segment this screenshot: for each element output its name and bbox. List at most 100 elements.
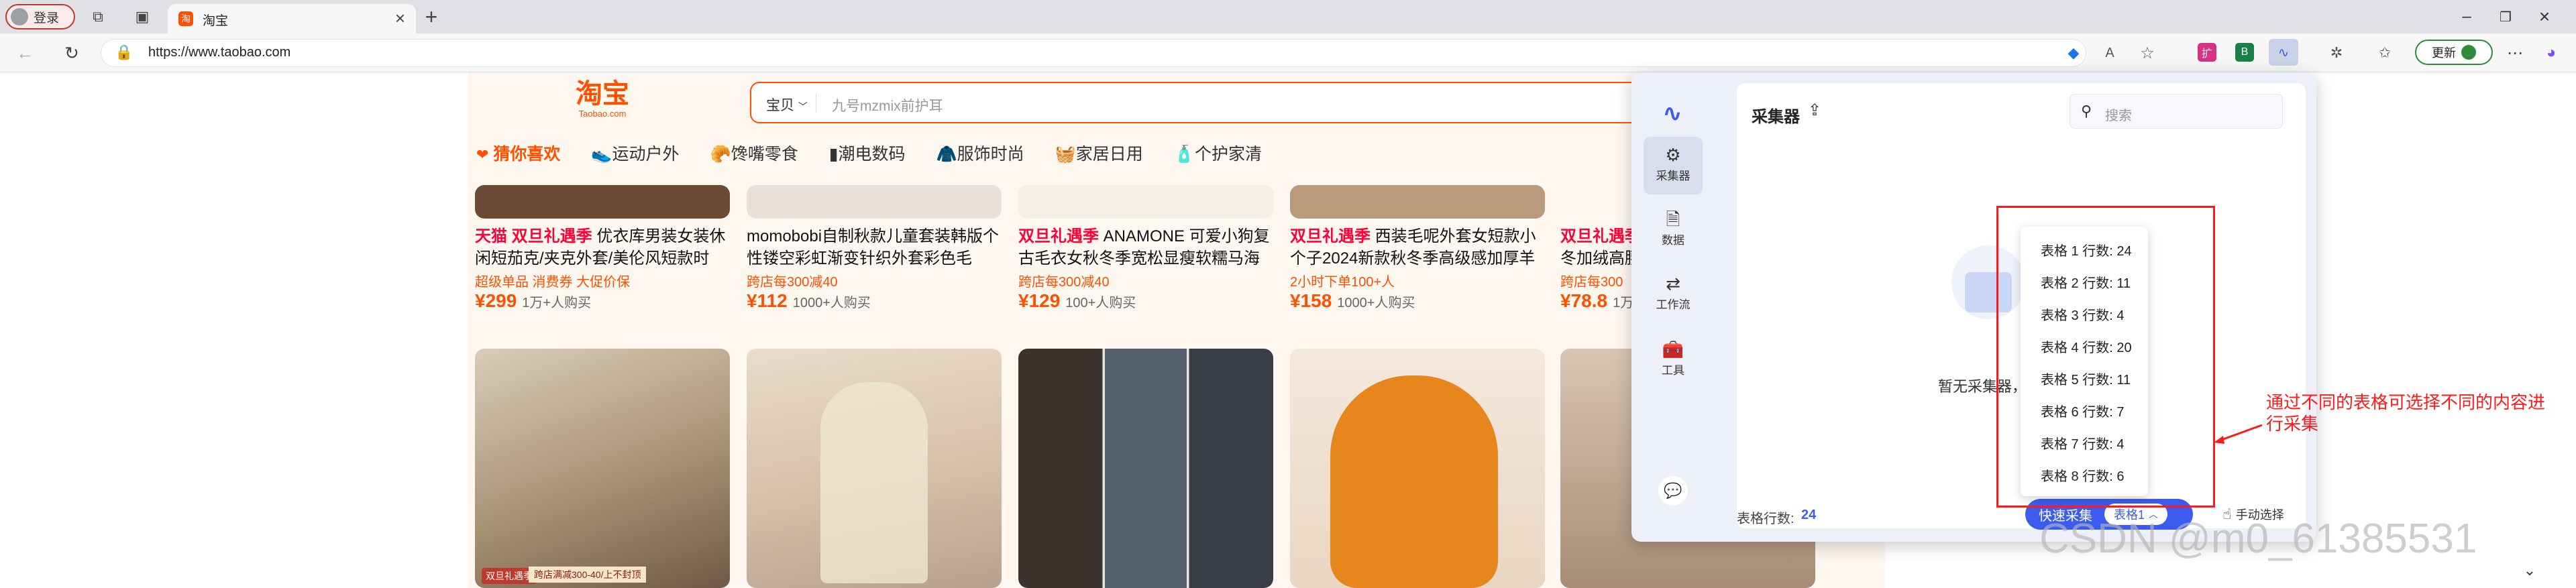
search-scope-label: 宝贝 [766, 98, 794, 113]
reload-icon[interactable]: ↻ [60, 42, 83, 64]
minimize-icon[interactable]: – [2455, 5, 2478, 28]
product-promo: 超级单品 消费券 大促价保 [475, 275, 631, 290]
extension-1-icon[interactable]: 扩 [2198, 43, 2216, 62]
product-title: momobobi自制秋款儿童套装韩版个性镂空彩虹渐变针织外套彩色毛 [747, 225, 1002, 270]
extensions-puzzle-icon[interactable]: ✲ [2326, 42, 2347, 64]
product-image[interactable]: 双旦礼遇季 跨店满减300-40/上不封顶 [475, 349, 730, 588]
nav-data[interactable]: 🗎 数据 [1644, 201, 1703, 255]
read-aloud-icon[interactable]: A [2100, 42, 2120, 64]
category-label: 猜你喜欢 [493, 145, 561, 164]
update-button[interactable]: 更新 [2415, 40, 2493, 65]
tab-taobao[interactable]: 淘 淘宝 × [168, 4, 416, 34]
restore-icon[interactable]: ❐ [2494, 5, 2517, 28]
taobao-logo[interactable]: 淘宝 Taobao.com [569, 79, 636, 121]
database-icon: 🗎 [1666, 209, 1680, 229]
product-card[interactable]: momobobi自制秋款儿童套装韩版个性镂空彩虹渐变针织外套彩色毛 跨店每300… [747, 225, 1002, 312]
tab-actions-icon[interactable]: ▣ [133, 8, 152, 25]
nav-tools[interactable]: 🧰 工具 [1644, 331, 1703, 385]
shopping-tag-icon[interactable]: ◆ [2063, 42, 2084, 64]
sneaker-icon: 👟 [591, 145, 612, 164]
taobao-search-box[interactable]: 宝贝 ﹀ 九号mzmix前护耳 [750, 82, 1716, 123]
table-rows-value: 24 [1801, 508, 1817, 522]
search-scope-select[interactable]: 宝贝 ﹀ [766, 95, 808, 115]
category-tab-snacks[interactable]: 🥐馋嘴零食 [710, 141, 798, 165]
scroll-down-icon[interactable]: ⌄ [2520, 561, 2540, 581]
promo-tag: 双旦礼遇季 [1018, 227, 1099, 245]
category-tab-guess[interactable]: ❤ 猜你喜欢 [476, 141, 560, 165]
promo-banner: 跨店满减300-40/上不封顶 [529, 567, 647, 583]
workspaces-icon[interactable]: ⧉ [89, 8, 107, 25]
product-price: ¥158 [1290, 290, 1332, 311]
product-image[interactable] [747, 185, 1002, 219]
home-goods-icon: 🧺 [1055, 145, 1076, 164]
promo-tag: 双旦礼遇季 [1560, 227, 1641, 245]
extension-2-icon[interactable]: B [2235, 43, 2254, 62]
product-promo: 跨店每300减40 [747, 275, 838, 290]
category-label: 服饰时尚 [957, 145, 1024, 164]
product-figure [820, 382, 928, 583]
more-menu-icon[interactable]: ⋯ [2505, 42, 2525, 64]
sold-count: 1万 [1613, 296, 1634, 310]
clothing-icon: 🧥 [936, 145, 957, 164]
chat-icon[interactable]: 💬 [1658, 476, 1688, 506]
promo-tag: 双旦礼遇季 [1290, 227, 1371, 245]
favorites-icon[interactable]: ✩ [2375, 42, 2395, 64]
collector-logo-icon: ∿ [1662, 99, 1683, 127]
nav-label: 工作流 [1656, 298, 1690, 311]
site-info-icon[interactable]: 🔒 [115, 44, 133, 61]
sold-count: 100+人购买 [1065, 296, 1136, 310]
favorite-star-icon[interactable]: ☆ [2137, 42, 2157, 64]
category-tab-care[interactable]: 🧴个护家清 [1174, 141, 1262, 165]
snack-icon: 🥐 [710, 145, 731, 164]
price-row: ¥158 1000+人购买 [1290, 290, 1545, 312]
new-tab-icon[interactable]: + [420, 5, 443, 29]
product-figure [1330, 375, 1498, 588]
title-text: momobobi自制秋款儿童套装韩版个性镂空彩虹渐变针织外套彩色毛 [747, 227, 1000, 268]
profile-label: 登录 [34, 11, 60, 25]
category-tab-home[interactable]: 🧺家居日用 [1055, 141, 1143, 165]
collector-extension-icon[interactable]: ∿ [2269, 39, 2298, 66]
collector-search[interactable]: ⚲ 搜索 [2070, 94, 2283, 129]
nav-collector[interactable]: ⚙ 采集器 [1644, 137, 1703, 194]
annotation-arrow [2214, 424, 2263, 444]
product-promo: 跨店每300减40 [1018, 275, 1110, 290]
category-tab-fashion[interactable]: 🧥服饰时尚 [936, 141, 1024, 165]
sold-count: 1000+人购买 [1337, 296, 1415, 310]
category-label: 馋嘴零食 [731, 145, 798, 164]
product-image[interactable] [1290, 349, 1545, 588]
close-tab-icon[interactable]: × [395, 8, 405, 29]
category-tab-sports[interactable]: 👟运动户外 [591, 141, 679, 165]
update-icon [2461, 45, 2476, 60]
product-price: ¥78.8 [1560, 290, 1608, 311]
copilot-icon[interactable]: ◕ [2540, 42, 2563, 64]
heart-icon: ❤ [476, 146, 489, 163]
category-label: 家居日用 [1075, 145, 1143, 164]
nav-workflow[interactable]: ⇄ 工作流 [1644, 266, 1703, 319]
product-image[interactable] [747, 349, 1002, 588]
sliders-icon: ⚙ [1665, 145, 1681, 165]
product-image[interactable] [475, 185, 730, 219]
product-card[interactable]: 天猫 双旦礼遇季 优衣库男装女装休闲短茄克/夹克外套/美伦风短款时 超级单品 消… [475, 225, 730, 312]
close-window-icon[interactable]: × [2533, 5, 2556, 28]
share-icon[interactable]: ⇪ [1808, 101, 1821, 120]
profile-button[interactable]: 登录 [5, 4, 75, 30]
category-tab-digital[interactable]: ▮潮电数码 [829, 141, 906, 165]
product-price: ¥299 [475, 290, 517, 311]
product-image[interactable] [1018, 349, 1273, 588]
price-row: ¥129 100+人购买 [1018, 290, 1273, 312]
address-bar[interactable]: 🔒 https://www.taobao.com [101, 39, 2086, 67]
table-rows-label: 表格行数: [1737, 512, 1794, 526]
browser-tab-strip: 登录 ⧉ ▣ 淘 淘宝 × + – ❐ × [0, 0, 2576, 34]
browser-toolbar: ← ↻ 🔒 https://www.taobao.com ◆ A ☆ 扩 B ∿… [0, 34, 2576, 72]
product-card[interactable]: 双旦礼遇季 西装毛呢外套女短款小个子2024新款秋冬季高级感加厚羊 2小时下单1… [1290, 225, 1545, 312]
product-card[interactable]: 双旦礼遇季 ANAMONE 可爱小狗复古毛衣女秋冬季宽松显瘦软糯马海 跨店每30… [1018, 225, 1273, 312]
tab-title: 淘宝 [203, 14, 229, 28]
workflow-icon: ⇄ [1666, 274, 1680, 294]
product-title: 双旦礼遇季 西装毛呢外套女短款小个子2024新款秋冬季高级感加厚羊 [1290, 225, 1545, 270]
sold-count: 1000+人购买 [792, 296, 871, 310]
sold-count: 1万+人购买 [522, 296, 592, 310]
product-price: ¥129 [1018, 290, 1061, 311]
back-icon[interactable]: ← [13, 42, 36, 64]
product-image[interactable] [1018, 185, 1273, 219]
product-image[interactable] [1290, 185, 1545, 219]
